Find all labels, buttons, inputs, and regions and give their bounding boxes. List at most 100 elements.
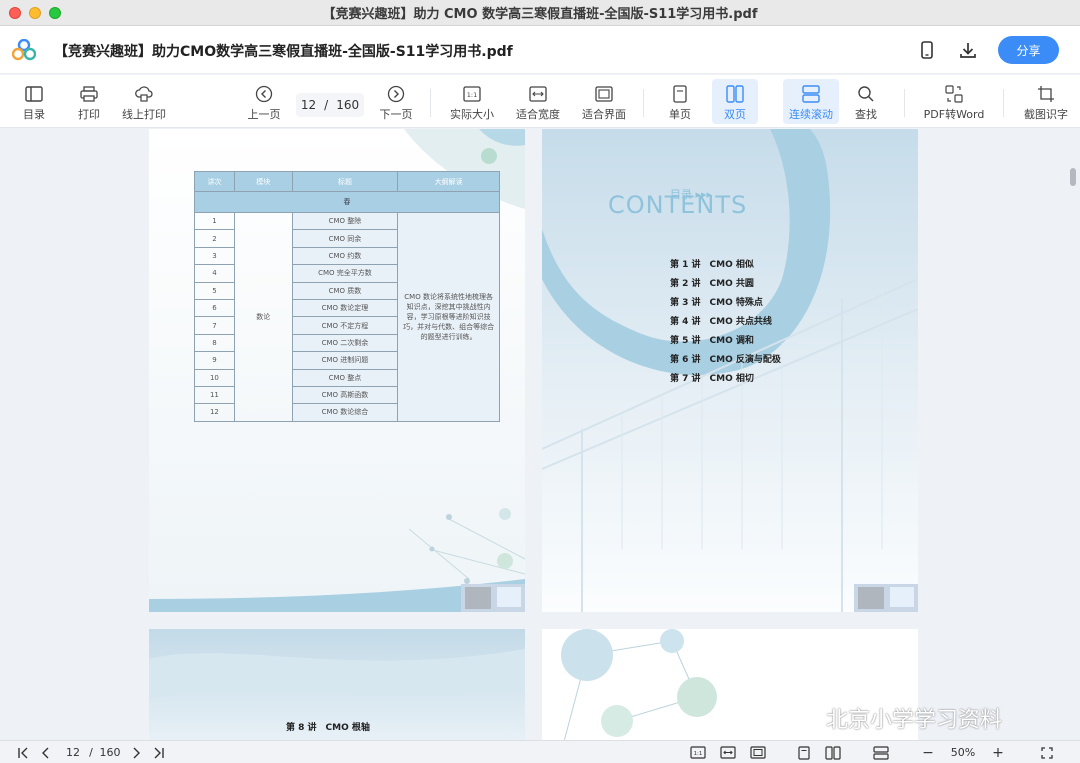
row-number: 12 [194,403,235,422]
arrow-right-circle-icon [386,84,406,104]
document-viewport[interactable]: 讲次 模块 标题 大纲解读 春 1 数论 CMO 整除 CMO 数论将系统性地梳… [0,129,1080,740]
svg-text:1:1: 1:1 [467,91,477,99]
crop-icon [1036,84,1056,104]
next-page-icon[interactable] [128,744,144,761]
app-header: 【竞赛兴趣班】助力CMO数学高三寒假直播班-全国版-S11学习用书.pdf 分享 [0,26,1080,74]
continuous-scroll-button[interactable]: 连续滚动 [783,79,839,124]
single-page-button[interactable]: 单页 [660,79,700,124]
toc-item: 第 3 讲 CMO 特殊点 [670,298,763,308]
table-header-cell: 大纲解读 [397,171,500,192]
contents-heading: CONTENTS [608,191,748,219]
watermark: 北京小学学习资料 [780,702,1002,734]
table-header-cell: 标题 [291,171,399,192]
single-page-icon[interactable] [795,744,813,761]
row-title: CMO 整除 [291,211,399,231]
last-page-icon[interactable] [150,744,168,761]
row-title: CMO 同余 [291,229,399,248]
toolbar-divider [904,89,905,117]
table-header-cell: 模块 [233,171,293,192]
next-page-button[interactable]: 下一页 [376,79,416,124]
zoom-level: 50% [950,746,976,759]
row-number: 9 [194,351,235,370]
convert-icon [944,84,964,104]
row-number: 4 [194,264,235,283]
row-number: 3 [194,246,235,266]
pdf-to-word-label: PDF转Word [923,108,985,121]
continuous-scroll-icon[interactable] [871,744,891,761]
fit-window-icon [594,84,614,104]
minimize-window-button[interactable] [29,7,41,19]
search-icon [856,84,876,104]
toc-label: 目录 [23,108,45,121]
single-page-label: 单页 [669,108,691,121]
single-page-icon [670,84,690,104]
toolbar-divider [643,89,644,117]
ocr-button[interactable]: 截图识字 [1018,79,1074,124]
vertical-scrollbar-thumb[interactable] [1070,168,1076,186]
next-page-label: 下一页 [379,108,413,121]
status-separator: / [89,746,93,759]
status-bar: 12 / 160 1:1 − 50% + [0,740,1080,763]
svg-text:1:1: 1:1 [694,751,703,757]
toc-button[interactable]: 目录 [14,79,54,124]
arrow-left-circle-icon [254,84,274,104]
row-title: CMO 不定方程 [291,316,399,335]
phone-icon[interactable] [917,40,937,60]
prev-page-icon[interactable] [38,744,54,761]
row-title: CMO 质数 [291,281,399,300]
document-title: 【竞赛兴趣班】助力CMO数学高三寒假直播班-全国版-S11学习用书.pdf [54,44,513,60]
fit-window-button[interactable]: 适合界面 [578,79,630,124]
row-title: CMO 二次剩余 [291,333,399,353]
cloud-print-icon [134,84,154,104]
wechat-icon [781,705,818,731]
first-page-icon[interactable] [14,744,32,761]
actual-size-icon[interactable]: 1:1 [688,744,708,761]
row-number: 10 [194,368,235,387]
double-page-label: 双页 [724,108,746,121]
online-print-label: 线上打印 [122,108,166,121]
fit-width-icon[interactable] [718,744,738,761]
pdf-to-word-button[interactable]: PDF转Word [920,79,988,124]
printer-icon [79,84,99,104]
toc-item: 第 4 讲 CMO 共点共线 [670,317,772,327]
fullscreen-icon[interactable] [1038,744,1056,761]
page-number-input[interactable]: 12 / 160 [296,93,364,117]
row-number: 11 [194,385,235,405]
zoom-in-button[interactable]: + [990,744,1006,761]
lecture-label: 第 8 讲 CMO 根轴 [286,723,370,733]
lecture-table: 讲次 模块 标题 大纲解读 春 1 数论 CMO 整除 CMO 数论将系统性地梳… [194,171,500,422]
double-page-button[interactable]: 双页 [712,79,758,124]
current-page: 12 [300,98,317,112]
fit-window-icon[interactable] [748,744,768,761]
row-number: 1 [194,211,235,231]
row-number: 7 [194,316,235,335]
close-window-button[interactable] [9,7,21,19]
actual-size-button[interactable]: 1:1 实际大小 [446,79,498,124]
prev-page-button[interactable]: 上一页 [244,79,284,124]
fit-width-icon [528,84,548,104]
actual-size-icon: 1:1 [462,84,482,104]
toolbar-divider [1003,89,1004,117]
toc-item: 第 2 讲 CMO 共圆 [670,279,754,289]
row-title: CMO 数论定理 [291,298,399,318]
print-button[interactable]: 打印 [69,79,109,124]
toc-icon [24,84,44,104]
continuous-scroll-icon [801,84,821,104]
search-button[interactable]: 查找 [846,79,886,124]
row-title: CMO 整点 [291,368,399,387]
page-left-lower: 第 8 讲 CMO 根轴 [149,629,525,740]
status-current-page[interactable]: 12 [62,744,84,761]
download-icon[interactable] [958,40,978,60]
double-page-icon[interactable] [823,744,843,761]
share-button[interactable]: 分享 [998,36,1059,64]
window-titlebar: 【竞赛兴趣班】助力 CMO 数学高三寒假直播班-全国版-S11学习用书.pdf [0,0,1080,26]
fit-width-button[interactable]: 适合宽度 [512,79,564,124]
row-number: 6 [194,298,235,318]
online-print-button[interactable]: 线上打印 [118,79,170,124]
page-separator: / [324,98,329,112]
zoom-out-button[interactable]: − [920,744,936,761]
window-title: 【竞赛兴趣班】助力 CMO 数学高三寒假直播班-全国版-S11学习用书.pdf [322,7,758,22]
app-logo-icon [12,39,36,61]
row-title: CMO 高斯函数 [291,385,399,405]
zoom-window-button[interactable] [49,7,61,19]
